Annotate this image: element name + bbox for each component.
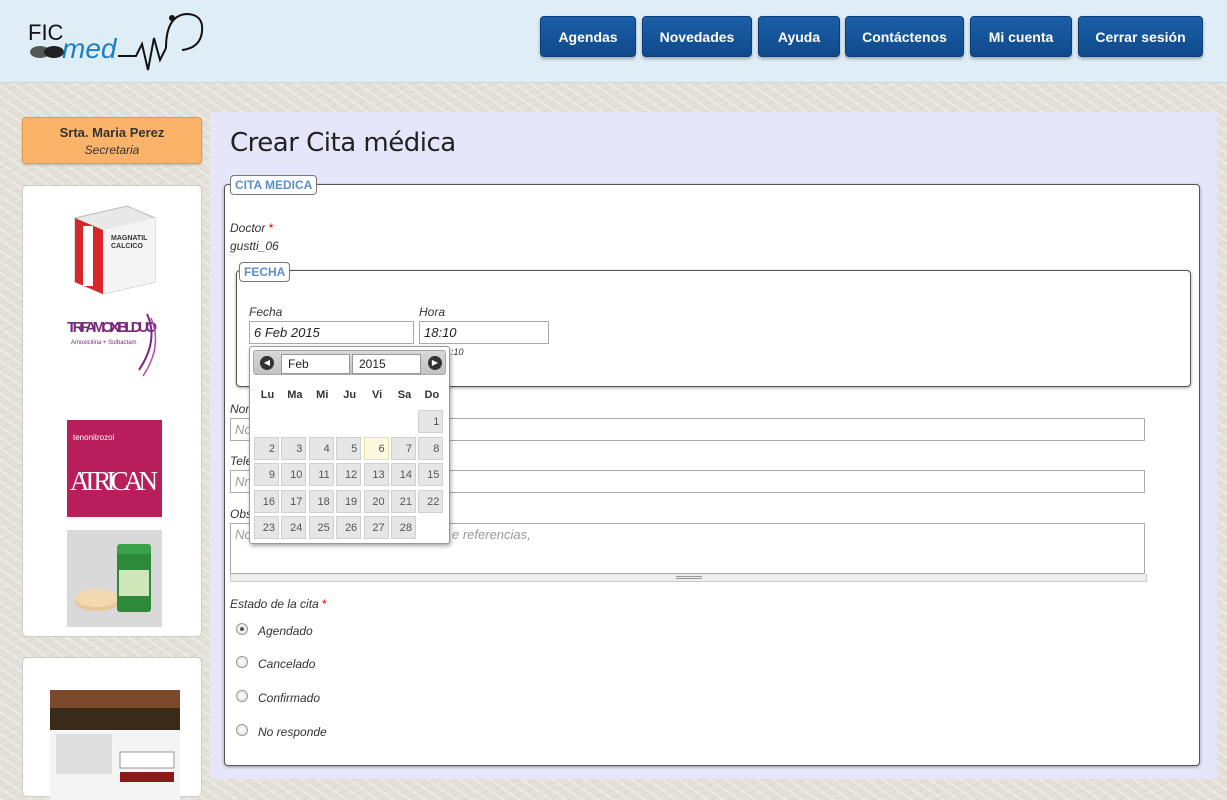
day-cell[interactable]: 11 [308, 463, 334, 486]
svg-text:FIC: FIC [28, 20, 64, 45]
page-title: Crear Cita médica [230, 128, 456, 158]
day-cell[interactable]: 2 [254, 436, 279, 460]
doctor-label: Doctor * [230, 221, 273, 235]
fecha-input[interactable] [249, 321, 414, 344]
doctor-value: gustti_06 [230, 239, 279, 253]
radio-confirmado[interactable] [236, 690, 248, 702]
ad-trifamox[interactable]: TRIFAMOX IBL DUO Amoxicilina + Sulbactam [67, 310, 162, 407]
svg-text:Amoxicilina + Sulbactam: Amoxicilina + Sulbactam [71, 340, 137, 346]
doctor-label-text: Doctor [230, 221, 266, 235]
prev-month-icon[interactable]: ◀ [260, 356, 274, 370]
hora-input[interactable] [419, 321, 549, 344]
hora-label: Hora [419, 305, 446, 319]
observaciones-placeholder-right: e referencias, [452, 527, 531, 542]
estado-option-confirmado[interactable]: Confirmado [236, 690, 321, 705]
day-cell[interactable]: 4 [308, 436, 334, 460]
day-cell[interactable]: 27 [363, 516, 389, 539]
day-cell[interactable]: 5 [336, 436, 362, 460]
estado-option-cancelado[interactable]: Cancelado [236, 656, 316, 671]
day-cell[interactable]: 8 [418, 436, 444, 460]
nav-contactenos-button[interactable]: Contáctenos [845, 16, 964, 57]
user-role: Secretaria [84, 143, 140, 157]
year-select[interactable]: 2015 [352, 354, 421, 374]
svg-text:tenonitrozol: tenonitrozol [73, 433, 115, 442]
estado-label: Estado de la cita * [230, 597, 327, 611]
ad-event-flyer[interactable] [50, 690, 180, 800]
day-cell[interactable]: 21 [391, 489, 416, 513]
day-cell[interactable]: 15 [418, 463, 444, 486]
svg-text:TRIFAMOX IBL DUO: TRIFAMOX IBL DUO [67, 319, 157, 336]
radio-label-agendado: Agendado [258, 624, 313, 638]
next-month-icon[interactable]: ▶ [428, 356, 442, 370]
day-of-week-label: Ma [287, 389, 303, 401]
radio-label-confirmado: Confirmado [258, 691, 321, 705]
estado-option-agendado[interactable]: Agendado [236, 623, 313, 638]
nav-ayuda-button[interactable]: Ayuda [758, 16, 840, 57]
radio-no-responde[interactable] [236, 724, 248, 736]
user-card: Srta. Maria Perez Secretaria [22, 117, 202, 164]
day-of-week-label: Sa [397, 389, 412, 401]
day-cell[interactable]: 10 [281, 463, 307, 486]
ad-magnatil-calcico[interactable]: MAGNATIL CALCICO [67, 198, 162, 295]
top-header: FIC med Agendas Novedades Ayuda Contácte… [0, 0, 1227, 83]
ads-panel: MAGNATIL CALCICO TRIFAMOX IBL DUO Amoxic… [22, 185, 202, 637]
day-cell[interactable]: 17 [281, 489, 307, 513]
radio-label-no-responde: No responde [258, 725, 327, 739]
day-cell[interactable]: 13 [363, 463, 389, 486]
required-mark: * [268, 221, 274, 235]
nav-novedades-button[interactable]: Novedades [642, 16, 752, 57]
nav-agendas-button[interactable]: Agendas [540, 16, 636, 57]
ad-ointment[interactable] [67, 530, 162, 627]
day-of-week-label: Mi [316, 389, 329, 401]
textarea-resize-grip[interactable] [230, 574, 1147, 582]
fecha-label: Fecha [249, 305, 283, 319]
radio-label-cancelado: Cancelado [258, 657, 316, 671]
user-name: Srta. Maria Perez [59, 125, 165, 140]
estado-option-no-responde[interactable]: No responde [236, 724, 327, 739]
ad-atrican[interactable]: tenonitrozol ATRICAN [67, 420, 162, 517]
day-cell[interactable]: 18 [308, 489, 334, 513]
svg-text:med: med [62, 33, 118, 64]
day-cell[interactable]: 1 [418, 410, 444, 433]
day-cell[interactable]: 24 [281, 516, 307, 539]
day-cell[interactable]: 26 [336, 516, 362, 539]
nav-cerrar-sesion-button[interactable]: Cerrar sesión [1078, 16, 1203, 57]
day-of-week-label: Ju [343, 389, 357, 401]
datepicker: ◀ Feb 2015 ▶ Lu Ma Mi Ju Vi Sa Do 1 2 3 4 5 6 7 8 9 10 1… [249, 346, 450, 544]
day-cell[interactable]: 12 [336, 463, 362, 486]
svg-text:ATRICAN: ATRICAN [70, 466, 158, 496]
day-cell[interactable]: 25 [308, 516, 334, 539]
radio-cancelado[interactable] [236, 656, 248, 668]
cita-medica-legend: CITA MEDICA [230, 175, 318, 195]
required-mark: * [322, 597, 327, 611]
fic-emed-logo[interactable]: FIC med [26, 8, 206, 74]
day-cell[interactable]: 23 [254, 516, 279, 539]
day-cell[interactable]: 16 [254, 489, 279, 513]
nav-mi-cuenta-button[interactable]: Mi cuenta [970, 16, 1072, 57]
day-of-week-label: Vi [371, 389, 383, 401]
day-cell[interactable]: 22 [418, 489, 444, 513]
day-cell[interactable]: 19 [336, 489, 362, 513]
day-cell[interactable]: 7 [391, 436, 416, 460]
day-cell[interactable]: 28 [391, 516, 416, 539]
svg-text:CALCICO: CALCICO [111, 243, 143, 250]
fecha-legend: FECHA [239, 262, 291, 282]
day-cell[interactable]: 3 [281, 436, 307, 460]
svg-text:MAGNATIL: MAGNATIL [111, 235, 148, 242]
day-cell[interactable]: 14 [391, 463, 416, 486]
day-cell[interactable]: 9 [254, 463, 279, 486]
datepicker-header: ◀ Feb 2015 ▶ [253, 350, 446, 375]
hora-hint: :10 [451, 347, 464, 357]
day-of-week-label: Lu [260, 389, 275, 401]
month-select[interactable]: Feb [281, 354, 350, 374]
estado-label-text: Estado de la cita [230, 597, 319, 611]
radio-agendado[interactable] [236, 623, 248, 635]
ads-panel-secondary [22, 657, 202, 800]
day-of-week-label: Do [424, 389, 440, 401]
day-cell[interactable]: 6 [363, 436, 389, 460]
day-cell[interactable]: 20 [363, 489, 389, 513]
